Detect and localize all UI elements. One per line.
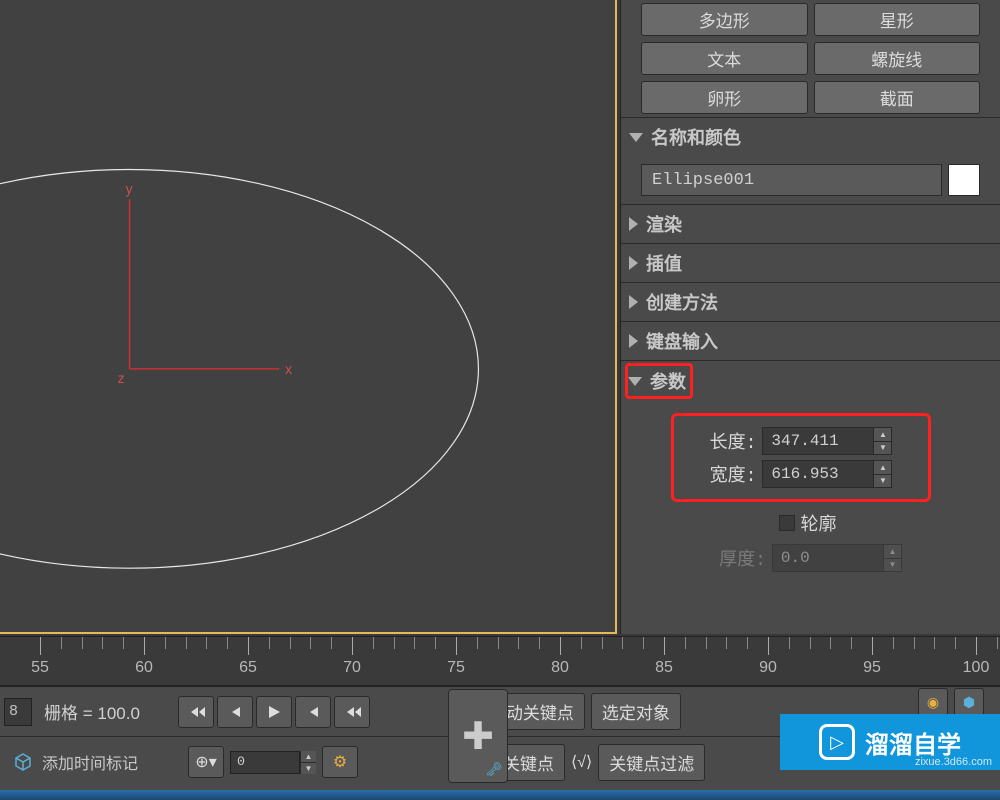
shape-star-button[interactable]: 星形: [814, 3, 981, 36]
y-label: y: [126, 180, 133, 196]
chevron-right-icon: [629, 217, 638, 231]
width-input[interactable]: [763, 461, 873, 487]
grid-status: 栅格 = 100.0: [38, 699, 146, 724]
spin-up-icon[interactable]: ▲: [873, 428, 891, 442]
chevron-right-icon: [629, 334, 638, 348]
outline-label: 轮廓: [801, 510, 837, 536]
rollout-title: 创建方法: [646, 289, 718, 315]
shape-text-button[interactable]: 文本: [641, 42, 808, 75]
shape-helix-button[interactable]: 螺旋线: [814, 42, 981, 75]
rollout-title: 名称和颜色: [651, 124, 741, 150]
chevron-down-icon: [628, 377, 642, 386]
tick-label: 60: [135, 659, 153, 677]
rollout-header-name-color[interactable]: 名称和颜色: [621, 118, 1000, 156]
tick-label: 75: [447, 659, 465, 677]
length-input[interactable]: [763, 428, 873, 454]
current-frame-spinner[interactable]: ▲ ▼: [230, 751, 316, 774]
rollout-title: 参数: [650, 368, 686, 394]
time-marker-label: 添加时间标记: [42, 750, 138, 774]
key-filters-button[interactable]: 关键点过滤: [598, 744, 705, 781]
filter-icon: ⟨√⟩: [571, 752, 592, 772]
play-button[interactable]: [256, 696, 292, 728]
color-swatch[interactable]: [948, 164, 980, 196]
transport-controls: [178, 696, 370, 728]
viewport[interactable]: x y z: [0, 0, 617, 634]
play-logo-icon: ▷: [819, 724, 855, 760]
spin-up-icon: ▲: [883, 545, 901, 559]
chevron-down-icon: [629, 133, 643, 142]
add-time-marker[interactable]: 添加时间标记: [4, 746, 146, 778]
width-spinner[interactable]: ▲ ▼: [762, 460, 892, 488]
tick-label: 80: [551, 659, 569, 677]
watermark-domain: zixue.3d66.com: [915, 756, 992, 768]
set-key-large-button[interactable]: ✚🗝: [448, 689, 508, 783]
tick-label: 95: [863, 659, 881, 677]
rollout-interpolation: 插值: [621, 243, 1000, 282]
spin-down-icon: ▼: [883, 559, 901, 572]
prev-frame-button[interactable]: [217, 696, 253, 728]
width-label: 宽度:: [710, 461, 757, 487]
cube-icon: [12, 751, 34, 773]
tick-label: 100: [963, 659, 990, 677]
rollout-title: 键盘输入: [646, 328, 718, 354]
current-frame-input[interactable]: [230, 751, 300, 774]
rollout-name-color: 名称和颜色: [621, 117, 1000, 204]
rollout-title: 渲染: [646, 211, 682, 237]
tick-label: 70: [343, 659, 361, 677]
rollout-creation-method: 创建方法: [621, 282, 1000, 321]
chevron-right-icon: [629, 256, 638, 270]
selected-object-button[interactable]: 选定对象: [591, 693, 681, 730]
z-label: z: [118, 370, 125, 386]
tick-label: 65: [239, 659, 257, 677]
timeline[interactable]: 55 60 65 70 75 80 85 90 95 100: [0, 636, 1000, 686]
rollout-header-keyboard-entry[interactable]: 键盘输入: [621, 322, 1000, 360]
tick-label: 85: [655, 659, 673, 677]
highlighted-params: 长度: ▲ ▼ 宽度: ▲ ▼: [671, 413, 931, 502]
length-label: 长度:: [710, 428, 757, 454]
rollout-header-interpolation[interactable]: 插值: [621, 244, 1000, 282]
viewcube-button[interactable]: ⬢: [954, 688, 984, 716]
x-label: x: [285, 361, 292, 377]
object-name-input[interactable]: [641, 164, 942, 196]
shape-section-button[interactable]: 截面: [814, 81, 981, 114]
goto-end-button[interactable]: [334, 696, 370, 728]
thickness-label: 厚度:: [719, 545, 766, 571]
watermark: ▷ 溜溜自学 zixue.3d66.com: [780, 714, 1000, 770]
spin-down-icon[interactable]: ▼: [873, 442, 891, 455]
status-frame-input[interactable]: [4, 698, 32, 726]
rollout-header-creation-method[interactable]: 创建方法: [621, 283, 1000, 321]
shape-egg-button[interactable]: 卵形: [641, 81, 808, 114]
length-spinner[interactable]: ▲ ▼: [762, 427, 892, 455]
isolate-button[interactable]: ◉: [918, 688, 948, 716]
key-icon: 🗝: [485, 761, 503, 778]
tick-label: 90: [759, 659, 777, 677]
watermark-brand: 溜溜自学: [865, 725, 961, 760]
spin-up-icon[interactable]: ▲: [873, 461, 891, 475]
time-ruler[interactable]: 55 60 65 70 75 80 85 90 95 100: [0, 636, 1000, 686]
rollout-parameters: 参数 长度: ▲ ▼ 宽度:: [621, 360, 1000, 585]
outline-checkbox[interactable]: [779, 515, 795, 531]
os-taskbar: [0, 790, 1000, 800]
thickness-spinner: ▲ ▼: [772, 544, 902, 572]
key-mode-button[interactable]: ⊕▾: [188, 746, 224, 778]
rollout-keyboard-entry: 键盘输入: [621, 321, 1000, 360]
spin-down-icon[interactable]: ▼: [873, 475, 891, 488]
tick-label: 55: [31, 659, 49, 677]
command-panel: 多边形 星形 文本 螺旋线 卵形 截面 名称和颜色 渲染 插值: [620, 0, 1000, 634]
rollout-header-render[interactable]: 渲染: [621, 205, 1000, 243]
thickness-input: [773, 545, 883, 571]
spin-up-icon[interactable]: ▲: [300, 751, 316, 763]
rollout-title: 插值: [646, 250, 682, 276]
spin-down-icon[interactable]: ▼: [300, 763, 316, 774]
rollout-header-parameters[interactable]: 参数: [625, 363, 693, 399]
rollout-render: 渲染: [621, 204, 1000, 243]
shape-polygon-button[interactable]: 多边形: [641, 3, 808, 36]
chevron-right-icon: [629, 295, 638, 309]
time-config-button[interactable]: ⚙: [322, 746, 358, 778]
goto-start-button[interactable]: [178, 696, 214, 728]
next-frame-button[interactable]: [295, 696, 331, 728]
